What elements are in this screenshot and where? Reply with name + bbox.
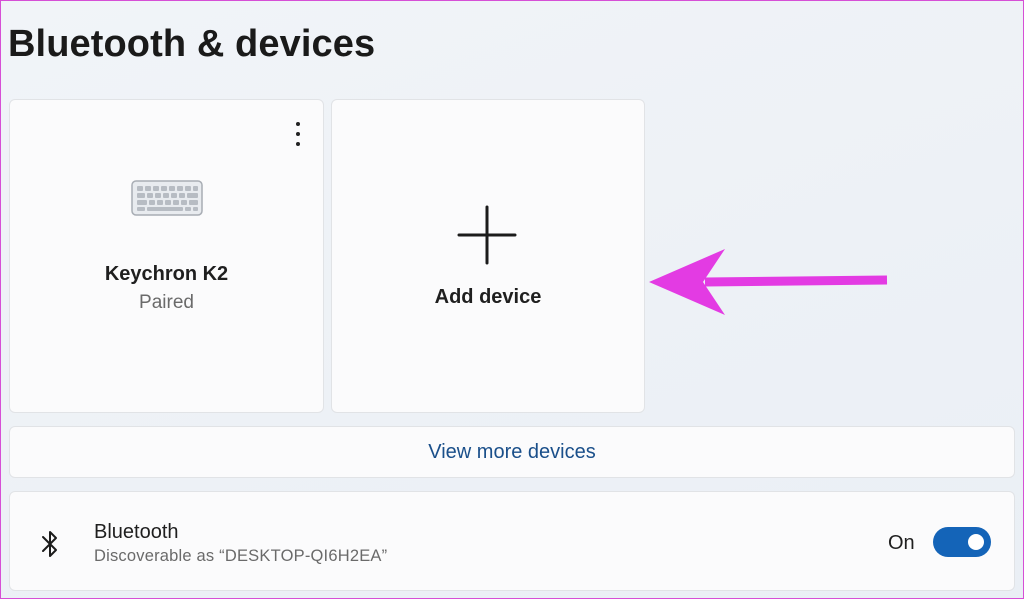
device-status: Paired xyxy=(139,292,194,313)
bluetooth-setting-row: Bluetooth Discoverable as “DESKTOP-QI6H2… xyxy=(9,491,1015,591)
bluetooth-title: Bluetooth xyxy=(94,521,179,543)
annotation-arrow-icon xyxy=(649,249,888,315)
add-device-button[interactable]: Add device xyxy=(331,99,645,413)
toggle-knob xyxy=(968,534,984,550)
plus-icon xyxy=(457,205,517,265)
bluetooth-toggle[interactable] xyxy=(933,527,991,557)
add-device-label: Add device xyxy=(434,286,542,308)
keyboard-icon xyxy=(131,180,203,216)
view-more-label: View more devices xyxy=(428,440,596,463)
device-card-keychron[interactable]: Keychron K2 Paired xyxy=(9,99,324,413)
device-name: Keychron K2 xyxy=(104,263,229,285)
view-more-devices-button[interactable]: View more devices xyxy=(9,426,1015,478)
bluetooth-toggle-state: On xyxy=(888,532,915,554)
bluetooth-icon xyxy=(42,531,57,557)
more-options-icon[interactable] xyxy=(293,122,303,146)
bluetooth-discoverable-text: Discoverable as “DESKTOP-QI6H2EA” xyxy=(94,547,388,565)
page-title: Bluetooth & devices xyxy=(8,23,376,65)
